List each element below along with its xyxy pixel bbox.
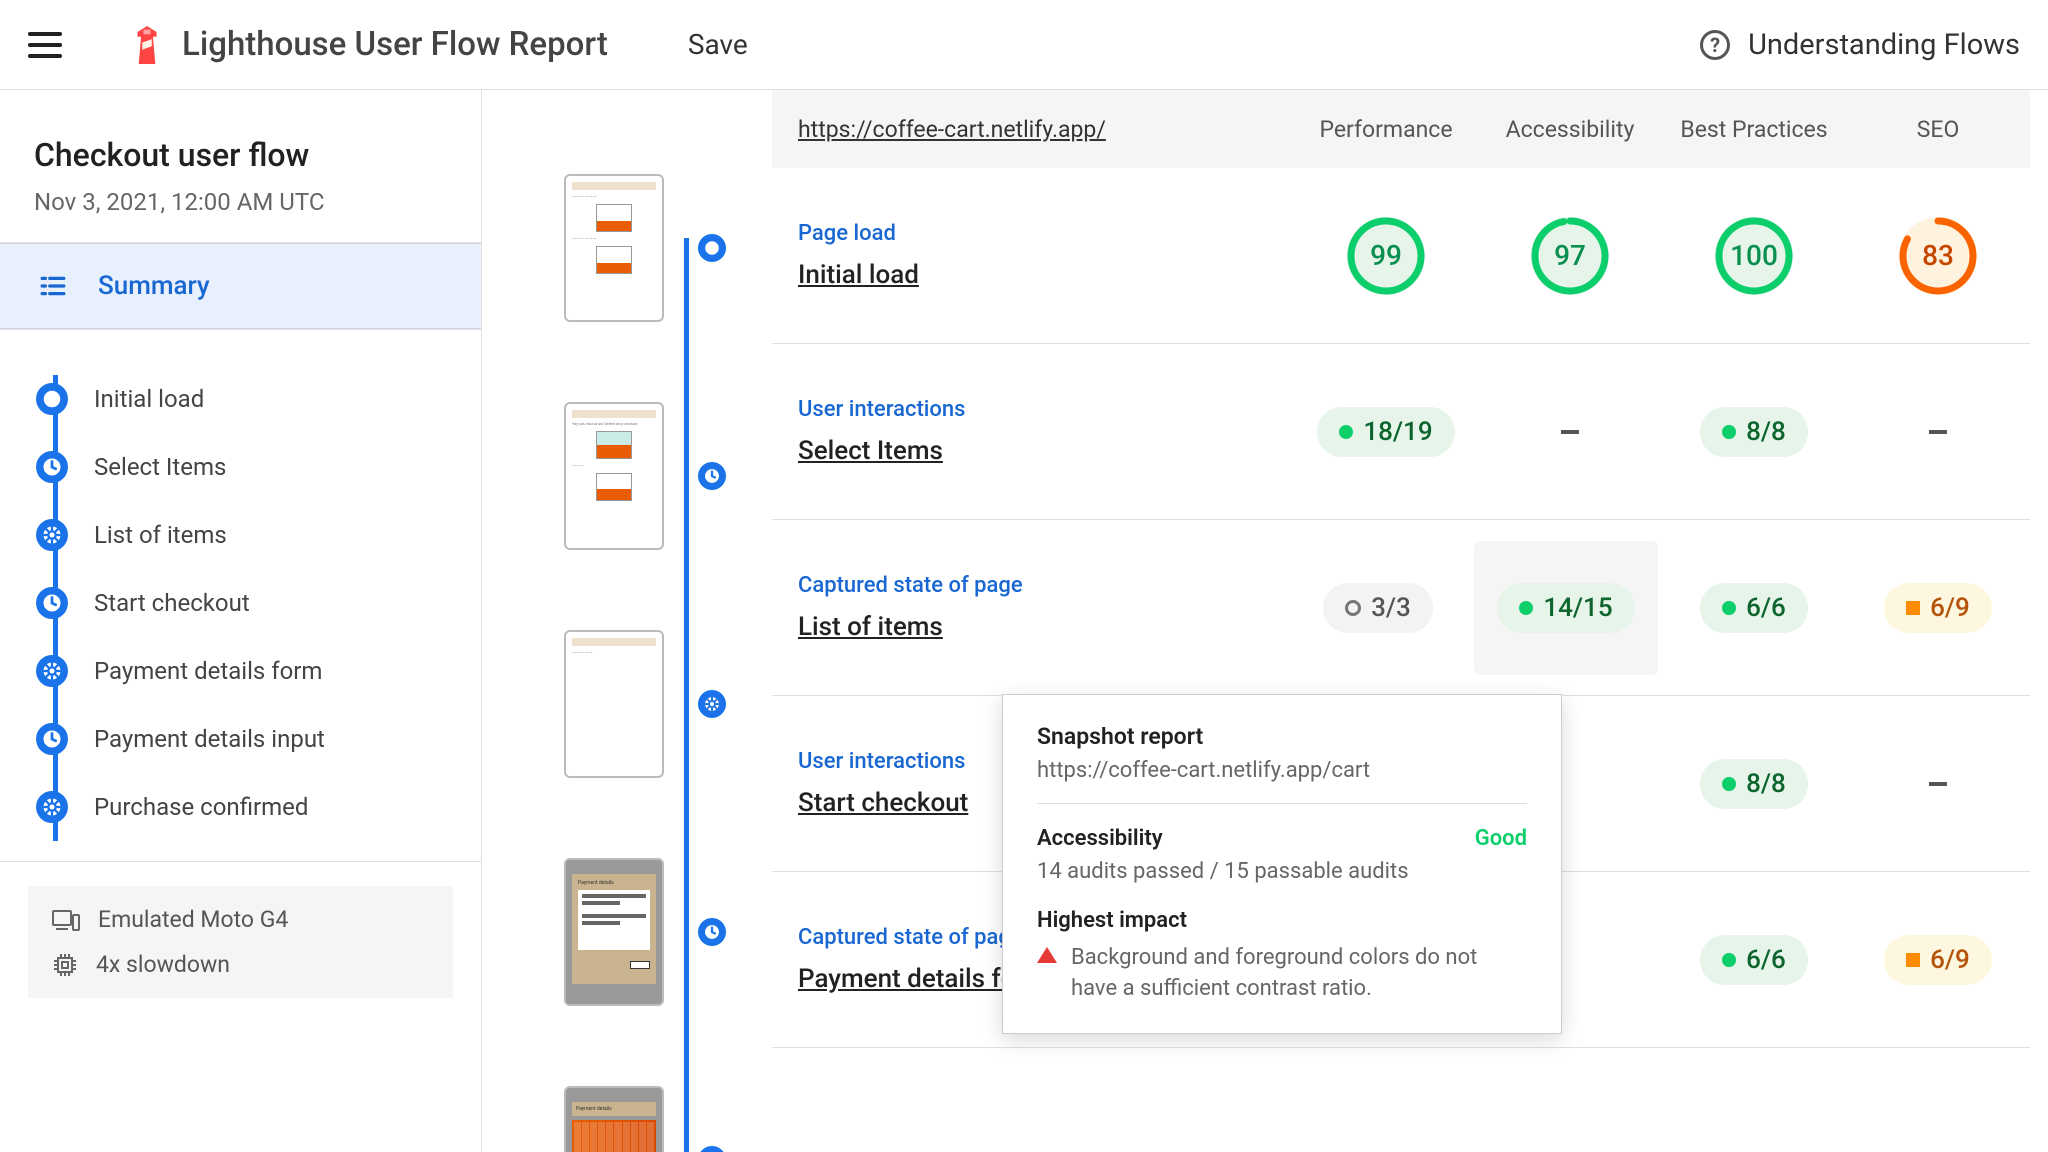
topbar: Lighthouse User Flow Report Save ? Under…	[0, 0, 2048, 90]
clock-icon	[698, 462, 726, 490]
list-icon	[40, 275, 66, 297]
report-header-row: https://coffee-cart.netlify.app/ Perform…	[772, 90, 2030, 168]
flow-title: Checkout user flow	[34, 136, 447, 174]
report-url-link[interactable]: https://coffee-cart.netlify.app/	[798, 116, 1294, 143]
help-icon[interactable]: ?	[1700, 30, 1730, 60]
col-seo: SEO	[1846, 116, 2030, 143]
sidebar-step-label: Payment details form	[94, 657, 322, 685]
timeline-item[interactable]: ——— ——	[482, 630, 772, 778]
tooltip-snapshot-report: Snapshot report https://coffee-cart.netl…	[1002, 694, 1562, 1034]
step-name-link[interactable]: Start checkout	[798, 788, 968, 818]
report-row: Page load Initial load 99 97 100 83	[772, 168, 2030, 344]
timeline-item[interactable]: Yay you found us! Select any product.———	[482, 402, 772, 550]
tooltip-impact-title: Highest impact	[1037, 908, 1527, 933]
score-pill[interactable]: 8/8	[1700, 407, 1808, 457]
summary-label: Summary	[98, 271, 210, 301]
report-row: User interactions Select Items 18/19 8/8	[772, 344, 2030, 520]
score-pill[interactable]: 18/19	[1317, 407, 1454, 457]
snapshot-icon	[698, 690, 726, 718]
timeline-item[interactable]: Payment details	[482, 858, 772, 1006]
timeline-item[interactable]: ——— —————— ———	[482, 174, 772, 322]
sidebar-step-label: Initial load	[94, 385, 204, 413]
step-kind: Page load	[798, 221, 1294, 246]
step-kind: User interactions	[798, 397, 1294, 422]
col-accessibility: Accessibility	[1478, 116, 1662, 143]
score-dash	[1929, 430, 1947, 434]
clock-icon	[36, 723, 68, 755]
sidebar-step-label: List of items	[94, 521, 227, 549]
tooltip-metric-name: Accessibility	[1037, 826, 1163, 851]
lighthouse-logo-icon	[132, 26, 162, 64]
timeline-column: ——— —————— ——— Yay you found us! Select …	[482, 90, 772, 1152]
sidebar-step-3[interactable]: Start checkout	[36, 569, 481, 637]
env-device: Emulated Moto G4	[98, 906, 288, 933]
hamburger-menu-icon[interactable]	[28, 32, 62, 58]
score-pill[interactable]: 6/9	[1884, 583, 1992, 633]
score-gauge[interactable]: 100	[1715, 217, 1793, 295]
score-gauge[interactable]: 83	[1899, 217, 1977, 295]
circle-icon	[698, 234, 726, 262]
sidebar-step-label: Start checkout	[94, 589, 250, 617]
snapshot-icon	[36, 519, 68, 551]
warning-triangle-icon	[1037, 947, 1057, 963]
circle-icon	[36, 383, 68, 415]
sidebar-step-0[interactable]: Initial load	[36, 365, 481, 433]
tooltip-metric-detail: 14 audits passed / 15 passable audits	[1037, 859, 1527, 884]
sidebar-step-2[interactable]: List of items	[36, 501, 481, 569]
clock-icon	[36, 451, 68, 483]
tooltip-metric-value: Good	[1475, 826, 1527, 851]
sidebar-step-6[interactable]: Purchase confirmed	[36, 773, 481, 841]
timeline-item[interactable]: Payment details	[482, 1086, 772, 1152]
app-title: Lighthouse User Flow Report	[182, 25, 608, 64]
col-performance: Performance	[1294, 116, 1478, 143]
snapshot-icon	[36, 655, 68, 687]
flow-date: Nov 3, 2021, 12:00 AM UTC	[34, 188, 447, 216]
score-dash	[1929, 782, 1947, 786]
device-icon	[52, 908, 80, 932]
env-box: Emulated Moto G4 4x slowdown	[28, 886, 453, 998]
report-row: Captured state of page List of items 3/3 14…	[772, 520, 2030, 696]
env-throttle: 4x slowdown	[96, 951, 230, 978]
score-gauge[interactable]: 97	[1531, 217, 1609, 295]
sidebar-step-label: Purchase confirmed	[94, 793, 308, 821]
score-pill[interactable]: 3/3	[1323, 583, 1433, 633]
score-dash	[1561, 430, 1579, 434]
sidebar-step-label: Payment details input	[94, 725, 325, 753]
snapshot-icon	[36, 791, 68, 823]
save-button[interactable]: Save	[688, 28, 748, 61]
score-pill[interactable]: 8/8	[1700, 759, 1808, 809]
step-name-link[interactable]: List of items	[798, 612, 943, 642]
tooltip-url: https://coffee-cart.netlify.app/cart	[1037, 758, 1527, 804]
clock-icon	[698, 918, 726, 946]
step-kind: Captured state of page	[798, 573, 1286, 598]
clock-icon	[36, 587, 68, 619]
cpu-icon	[52, 952, 78, 978]
nav-steps: Initial load Select Items List of items Sta…	[0, 330, 481, 841]
sidebar-step-1[interactable]: Select Items	[36, 433, 481, 501]
understanding-flows-link[interactable]: Understanding Flows	[1748, 28, 2020, 62]
sidebar-step-4[interactable]: Payment details form	[36, 637, 481, 705]
tooltip-title: Snapshot report	[1037, 723, 1527, 750]
col-best-practices: Best Practices	[1662, 116, 1846, 143]
sidebar: Checkout user flow Nov 3, 2021, 12:00 AM…	[0, 90, 482, 1152]
sidebar-step-label: Select Items	[94, 453, 226, 481]
step-name-link[interactable]: Select Items	[798, 436, 943, 466]
sidebar-item-summary[interactable]: Summary	[0, 243, 481, 329]
tooltip-impact-text: Background and foreground colors do not …	[1071, 943, 1527, 1005]
score-pill[interactable]: 6/6	[1700, 583, 1808, 633]
score-gauge[interactable]: 99	[1347, 217, 1425, 295]
score-pill[interactable]: 6/6	[1700, 935, 1808, 985]
snapshot-icon	[698, 1146, 726, 1152]
score-pill[interactable]: 6/9	[1884, 935, 1992, 985]
sidebar-step-5[interactable]: Payment details input	[36, 705, 481, 773]
score-pill[interactable]: 14/15	[1497, 583, 1634, 633]
step-name-link[interactable]: Initial load	[798, 260, 919, 290]
